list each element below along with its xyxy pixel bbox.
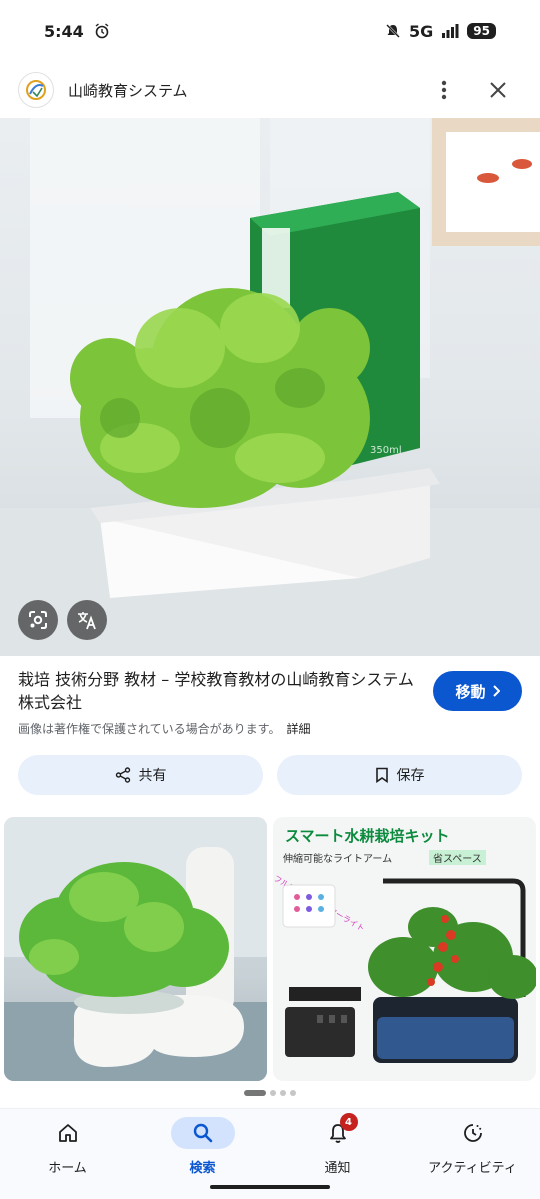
share-label: 共有 bbox=[138, 768, 167, 784]
network-type: 5G bbox=[409, 21, 434, 41]
nav-notifications-label: 通知 bbox=[324, 1161, 351, 1176]
visit-button[interactable]: 移動 bbox=[433, 671, 522, 711]
carousel-dot[interactable] bbox=[270, 1090, 276, 1096]
status-bar: 5:44 5G 95 bbox=[0, 0, 540, 62]
chevron-right-icon bbox=[492, 685, 500, 697]
google-lens-button[interactable] bbox=[18, 600, 58, 640]
related-images: スマート水耕栽培キット 伸縮可能なライトアーム 省スペース フルスペクトルグロー… bbox=[4, 817, 536, 1081]
translate-icon bbox=[78, 612, 96, 630]
search-icon bbox=[193, 1123, 212, 1143]
related-image-1[interactable] bbox=[4, 817, 267, 1081]
carousel-dot[interactable] bbox=[290, 1090, 296, 1096]
lens-icon bbox=[29, 611, 47, 629]
status-time: 5:44 bbox=[44, 21, 84, 41]
mute-icon bbox=[386, 24, 400, 38]
nav-activity-label: アクティビティ bbox=[428, 1161, 517, 1176]
top-app-bar: 山崎教育システム bbox=[0, 62, 540, 118]
notification-badge: 4 bbox=[339, 1113, 358, 1131]
related-image-2-illustration bbox=[282, 878, 536, 1063]
battery-level: 95 bbox=[467, 23, 496, 39]
details-link[interactable]: 詳細 bbox=[286, 722, 310, 736]
visit-button-label: 移動 bbox=[455, 682, 486, 701]
site-logo bbox=[18, 72, 54, 108]
main-image[interactable]: 350ml bbox=[0, 118, 540, 656]
site-name: 山崎教育システム bbox=[68, 81, 188, 100]
home-icon bbox=[58, 1124, 77, 1142]
carousel-dots bbox=[0, 1090, 540, 1096]
copyright-notice-row: 画像は著作権で保護されている場合があります。 詳細 bbox=[18, 720, 310, 737]
nav-home-label: ホーム bbox=[48, 1161, 87, 1176]
result-title-row: 栽培 技術分野 教材 – 学校教育教材の山崎教育システム株式会社 移動 bbox=[18, 668, 522, 714]
close-icon[interactable] bbox=[484, 76, 512, 104]
result-title[interactable]: 栽培 技術分野 教材 – 学校教育教材の山崎教育システム株式会社 bbox=[18, 668, 418, 714]
share-icon bbox=[115, 767, 130, 783]
nav-home[interactable]: ホーム bbox=[0, 1109, 135, 1199]
nav-activity[interactable]: アクティビティ bbox=[405, 1109, 540, 1199]
status-indicators: 5G 95 bbox=[385, 22, 496, 41]
box-label: 350ml bbox=[370, 445, 402, 456]
carousel-dot[interactable] bbox=[280, 1090, 286, 1096]
signal-icon bbox=[442, 24, 459, 38]
share-button[interactable]: 共有 bbox=[18, 755, 263, 795]
gesture-bar bbox=[210, 1185, 330, 1189]
carousel-dot[interactable] bbox=[244, 1090, 266, 1096]
activity-icon bbox=[463, 1124, 482, 1142]
translate-button[interactable] bbox=[67, 600, 107, 640]
nav-search-label: 検索 bbox=[189, 1161, 216, 1176]
alarm-icon bbox=[95, 23, 109, 39]
save-label: 保存 bbox=[396, 768, 425, 784]
related-image-1-illustration bbox=[4, 817, 267, 1081]
more-options-icon[interactable] bbox=[430, 76, 458, 104]
related-image-2[interactable]: スマート水耕栽培キット 伸縮可能なライトアーム 省スペース フルスペクトルグロー… bbox=[273, 817, 536, 1081]
bookmark-icon bbox=[375, 767, 388, 783]
main-image-illustration: 350ml bbox=[0, 118, 540, 656]
save-button[interactable]: 保存 bbox=[277, 755, 522, 795]
copyright-notice: 画像は著作権で保護されている場合があります。 bbox=[18, 722, 281, 736]
bottom-navigation: ホーム 検索 4 通知 アクティビティ bbox=[0, 1108, 540, 1199]
action-row: 共有 保存 bbox=[18, 755, 522, 795]
